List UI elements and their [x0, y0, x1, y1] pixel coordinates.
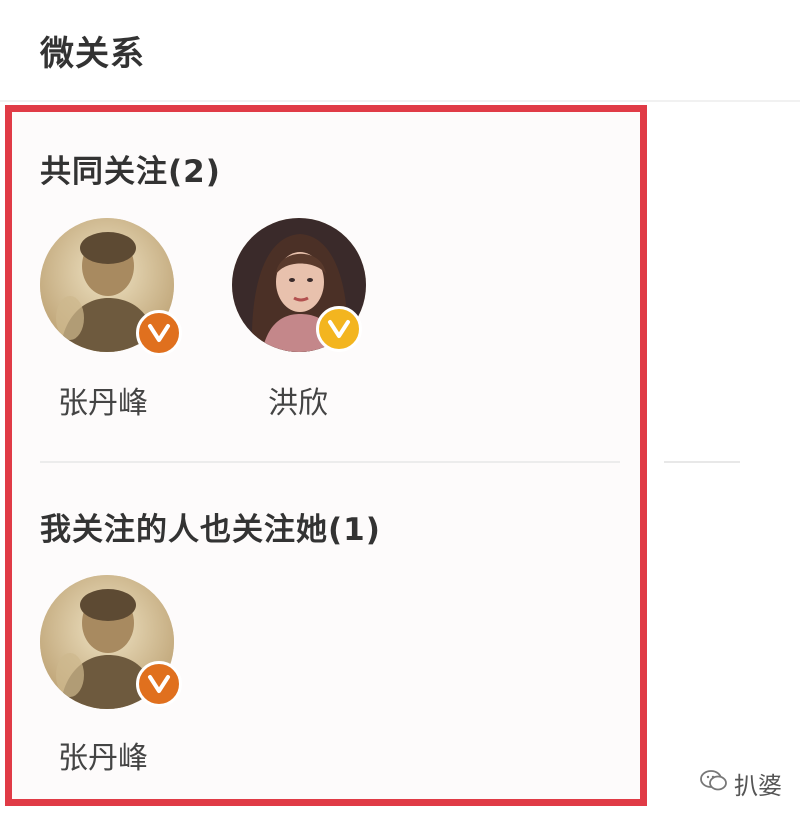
verified-badge-icon [316, 306, 362, 352]
header-divider [0, 100, 800, 102]
page-title: 微关系 [40, 34, 145, 74]
watermark: 扒婆 [700, 766, 782, 801]
watermark-text: 扒婆 [734, 772, 782, 800]
user-card[interactable]: 张丹峰 [40, 575, 200, 777]
section-title-followed-by-my-follows: 我关注的人也关注她(1) [40, 512, 381, 548]
right-divider [664, 461, 740, 463]
user-name[interactable]: 张丹峰 [58, 378, 148, 422]
section-title-mutual-follow: 共同关注(2) [40, 154, 221, 190]
user-card[interactable]: 张丹峰 [40, 218, 200, 421]
user-name[interactable]: 张丹峰 [58, 733, 148, 777]
wechat-icon [700, 769, 728, 799]
verified-badge-icon [136, 661, 182, 707]
user-card[interactable]: 洪欣 [232, 218, 392, 421]
user-name[interactable]: 洪欣 [268, 378, 328, 422]
section-divider [40, 461, 620, 463]
verified-badge-icon [136, 310, 182, 356]
